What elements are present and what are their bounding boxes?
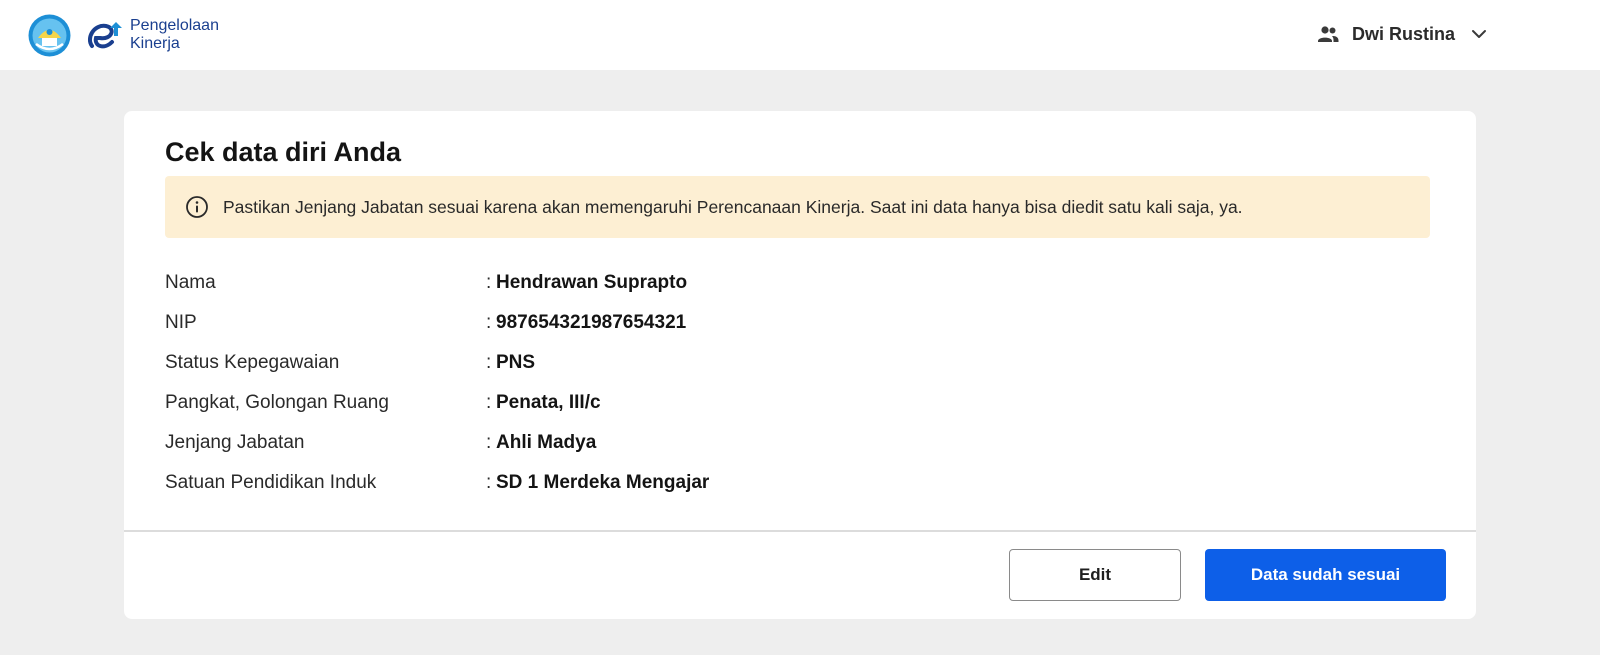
field-separator: : bbox=[486, 392, 492, 413]
field-label: Satuan Pendidikan Induk bbox=[165, 472, 377, 493]
info-icon bbox=[186, 196, 208, 218]
field-value: SD 1 Merdeka Mengajar bbox=[496, 472, 710, 493]
warning-notice: Pastikan Jenjang Jabatan sesuai karena a… bbox=[165, 176, 1430, 238]
ministry-logo bbox=[28, 14, 71, 57]
edit-button[interactable]: Edit bbox=[1009, 549, 1181, 601]
field-separator: : bbox=[486, 472, 492, 493]
field-row-nip: NIP : 987654321987654321 bbox=[165, 303, 965, 343]
field-label: Jenjang Jabatan bbox=[165, 432, 305, 453]
field-label: Status Kepegawaian bbox=[165, 352, 340, 373]
users-icon bbox=[1318, 26, 1339, 42]
field-value: 987654321987654321 bbox=[496, 312, 687, 333]
field-label: NIP bbox=[165, 312, 197, 333]
footer-divider bbox=[124, 530, 1476, 532]
field-label: Nama bbox=[165, 272, 216, 293]
field-separator: : bbox=[486, 312, 492, 333]
chevron-down-icon[interactable] bbox=[1469, 24, 1489, 44]
confirm-data-button[interactable]: Data sudah sesuai bbox=[1205, 549, 1446, 601]
field-separator: : bbox=[486, 352, 492, 373]
notice-text: Pastikan Jenjang Jabatan sesuai karena a… bbox=[223, 196, 1243, 217]
field-value: Hendrawan Suprapto bbox=[496, 272, 688, 293]
field-separator: : bbox=[486, 432, 492, 453]
field-value: PNS bbox=[496, 352, 536, 373]
app-name-line2: Kinerja bbox=[130, 35, 180, 52]
field-value: Ahli Madya bbox=[496, 432, 597, 453]
user-menu[interactable]: Dwi Rustina bbox=[1316, 18, 1496, 50]
top-navbar: Pengelolaan Kinerja Dwi Rustina bbox=[0, 0, 1600, 70]
page-title: Cek data diri Anda bbox=[165, 137, 402, 167]
field-label: Pangkat, Golongan Ruang bbox=[165, 392, 389, 413]
field-row-status: Status Kepegawaian : PNS bbox=[165, 343, 965, 383]
app-name-line1: Pengelolaan bbox=[130, 17, 219, 34]
field-separator: : bbox=[486, 272, 492, 293]
user-name: Dwi Rustina bbox=[1352, 23, 1456, 44]
field-row-jenjang: Jenjang Jabatan : Ahli Madya bbox=[165, 423, 965, 463]
profile-check-card: Cek data diri Anda Pastikan Jenjang Jaba… bbox=[124, 111, 1476, 619]
app-logo bbox=[87, 22, 122, 49]
app-name: Pengelolaan Kinerja bbox=[130, 17, 219, 53]
field-row-pangkat: Pangkat, Golongan Ruang : Penata, III/c bbox=[165, 383, 965, 423]
field-value: Penata, III/c bbox=[496, 392, 601, 413]
field-row-satuan: Satuan Pendidikan Induk : SD 1 Merdeka M… bbox=[165, 463, 965, 503]
profile-fields: Nama : Hendrawan Suprapto NIP : 98765432… bbox=[165, 263, 965, 503]
field-row-nama: Nama : Hendrawan Suprapto bbox=[165, 263, 965, 303]
